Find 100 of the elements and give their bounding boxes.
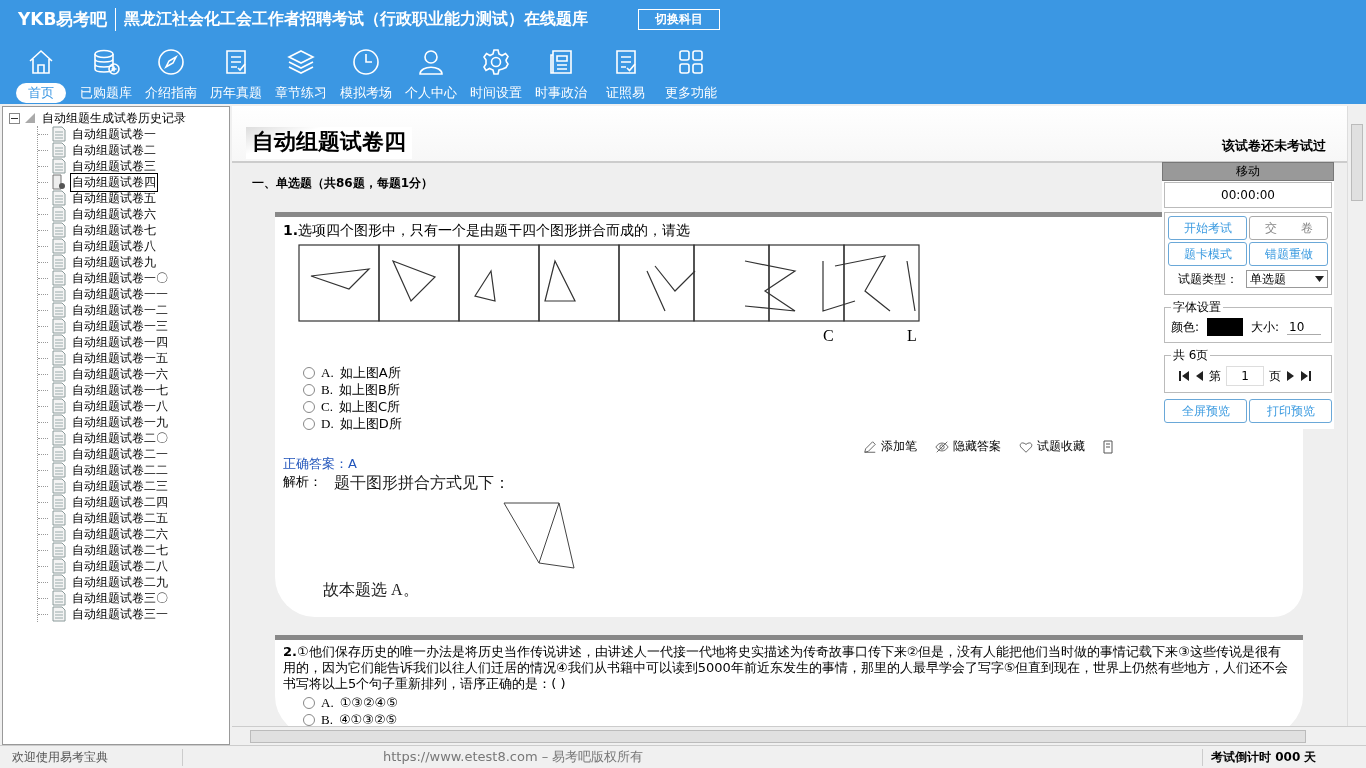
collapse-toggle[interactable]	[9, 112, 20, 124]
option-letter: B.	[321, 381, 333, 398]
document-icon	[52, 238, 66, 254]
radio-button[interactable]	[303, 713, 315, 726]
figure-label: C	[823, 327, 834, 344]
action-link[interactable]: 添加笔	[863, 438, 917, 455]
paper-title: 自动组题试卷四	[246, 127, 412, 159]
document-icon	[52, 590, 66, 606]
previous-page-icon[interactable]	[1194, 371, 1204, 381]
document-icon	[52, 254, 66, 270]
document-icon	[52, 270, 66, 286]
group-label: 字体设置	[1172, 299, 1222, 316]
vertical-scrollbar[interactable]	[1347, 106, 1366, 727]
horizontal-scrollbar[interactable]	[232, 726, 1366, 745]
radio-button[interactable]	[303, 383, 315, 396]
radio-button[interactable]	[303, 366, 315, 379]
document-icon	[52, 142, 66, 158]
analysis-text: 题干图形拼合方式见下：	[334, 473, 510, 493]
option-letter: A.	[321, 364, 334, 381]
document-icon	[52, 350, 66, 366]
document-icon	[52, 446, 66, 462]
color-swatch[interactable]	[1207, 318, 1244, 336]
document-icon	[52, 302, 66, 318]
heart-icon	[1019, 439, 1033, 454]
triangle-drawing	[503, 502, 575, 569]
document-icon	[52, 286, 66, 302]
settings-icon[interactable]	[480, 47, 511, 77]
field-label: 颜色:	[1171, 318, 1200, 336]
status-text: 欢迎使用易考宝典	[0, 748, 183, 766]
option-letter: B.	[321, 711, 333, 727]
document-icon	[52, 542, 66, 558]
document-pin-icon	[52, 174, 66, 190]
conclusion-text: 故本题选 A。	[323, 580, 420, 600]
caret-icon	[1315, 276, 1324, 282]
question-text: 1.选项四个图形中，只有一个是由题干四个图形拼合而成的，请选	[283, 221, 691, 239]
analysis-label: 解析：	[283, 473, 322, 491]
question-text: 2.①他们保存历史的唯一办法是将历史当作传说讲述，由讲述人一代接一代地将史实描述为传奇故事口传下来②但是，没有人能把他们当时做的事情记载下来③这些传说是很有用的，因为它们能告诉我们以往人们迁居的情况④我们从书籍中可以读到5000年前近东发生的事情，那里的人最早学会了写字⑤但直到现在，世界上仍然有些地方，人们还不会书写将以上5个句子重新排列，语序正确的是：( )	[283, 644, 1290, 692]
panel-title[interactable]: 移动	[1162, 162, 1334, 181]
countdown-text: 考试倒计时 000 天	[1202, 748, 1366, 766]
section-heading: 一、单选题（共86题，每题1分）	[252, 175, 435, 192]
layers-icon[interactable]	[285, 47, 316, 77]
radio-button[interactable]	[303, 696, 315, 709]
panel-button[interactable]: 交 卷	[1249, 216, 1328, 240]
field-label: 大小:	[1251, 318, 1280, 336]
option-letter: D.	[321, 415, 334, 432]
figure-label: L	[907, 327, 917, 344]
field-label: 试题类型：	[1178, 270, 1238, 288]
document-icon	[52, 414, 66, 430]
action-link[interactable]: 隐藏答案	[935, 438, 1001, 455]
page-label: 页	[1269, 367, 1281, 385]
document-icon	[52, 494, 66, 510]
size-field[interactable]: 10	[1287, 319, 1322, 335]
page-label: 第	[1209, 367, 1221, 385]
option-text: 如上图A所	[339, 363, 401, 382]
option-text: 如上图C所	[338, 397, 400, 416]
radio-button[interactable]	[303, 400, 315, 413]
document-icon	[52, 558, 66, 574]
document-icon	[52, 318, 66, 334]
triangle-icon	[24, 112, 36, 124]
eye-icon	[935, 439, 949, 454]
document-icon	[52, 398, 66, 414]
option-text: 如上图B所	[338, 380, 400, 399]
copyright-text: https://www.etest8.com – 易考吧版权所有	[382, 748, 645, 766]
document-icon	[52, 222, 66, 238]
option-text: ④①③②⑤	[338, 712, 398, 727]
action-link[interactable]: 试题收藏	[1019, 438, 1085, 455]
notebook-icon[interactable]	[1103, 439, 1113, 454]
document-icon	[52, 158, 66, 174]
app-logo: YKB易考吧	[18, 7, 117, 31]
document-icon	[52, 510, 66, 526]
timer: 00:00:00	[1164, 182, 1332, 208]
document-icon	[52, 462, 66, 478]
page-field[interactable]: 1	[1226, 366, 1264, 386]
exam-status: 该试卷还未考试过	[1222, 137, 1326, 155]
option-text: 如上图D所	[339, 414, 402, 433]
document-icon	[52, 478, 66, 494]
first-page-icon[interactable]	[1179, 371, 1189, 381]
next-page-icon[interactable]	[1286, 371, 1296, 381]
option-letter: A.	[321, 694, 334, 711]
document-icon	[52, 382, 66, 398]
option-text: ①③②④⑤	[339, 695, 398, 710]
option-letter: C.	[321, 398, 333, 415]
document-icon	[52, 206, 66, 222]
document-icon	[52, 430, 66, 446]
clock-icon[interactable]	[350, 47, 381, 77]
document-icon	[52, 334, 66, 350]
tree-item[interactable]: 自动组题试卷四	[70, 172, 158, 192]
document-icon	[52, 366, 66, 382]
compass-icon[interactable]	[155, 47, 186, 77]
radio-button[interactable]	[303, 417, 315, 430]
pencil-icon	[863, 439, 877, 454]
document-icon	[52, 574, 66, 590]
document-icon	[52, 526, 66, 542]
last-page-icon[interactable]	[1301, 371, 1311, 381]
correct-answer: 正确答案：A	[283, 455, 358, 473]
group-label: 共 6页	[1172, 347, 1210, 364]
document-icon	[52, 606, 66, 622]
document-icon	[52, 190, 66, 206]
question-type-dropdown[interactable]: 单选题	[1246, 270, 1328, 288]
document-icon	[52, 126, 66, 142]
